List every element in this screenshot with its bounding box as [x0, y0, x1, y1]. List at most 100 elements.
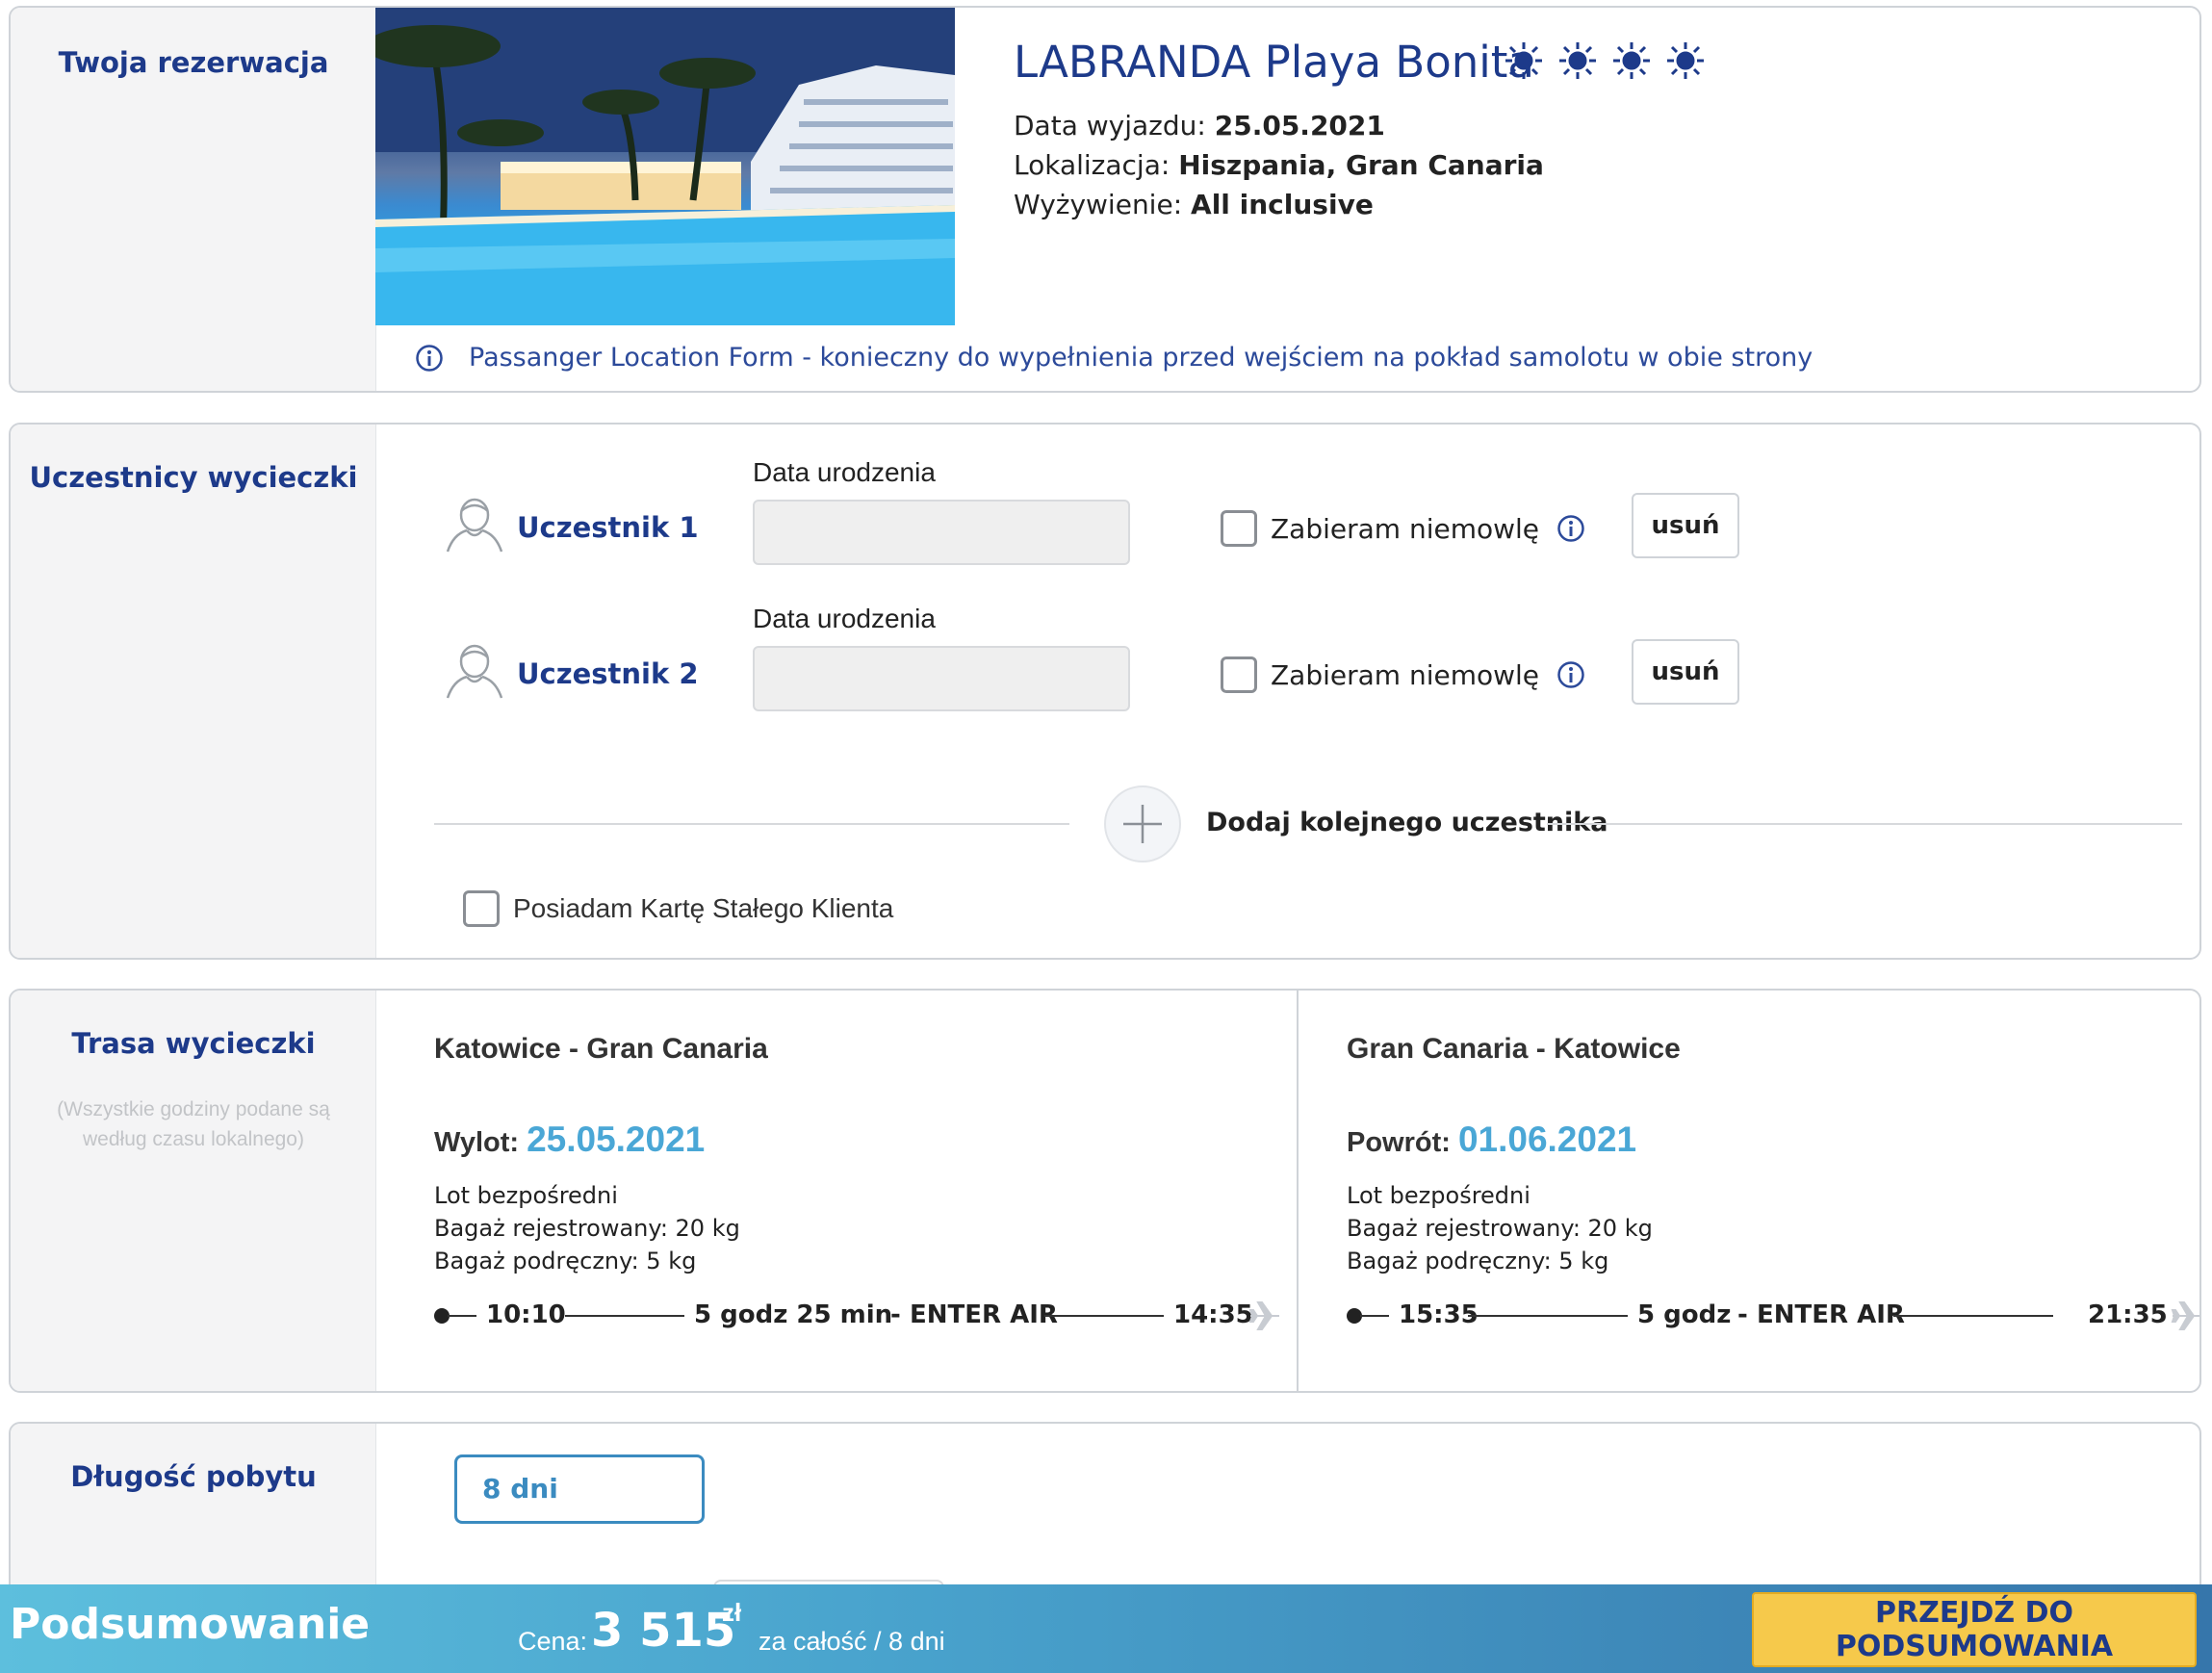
- infant-label[interactable]: Zabieram niemowlę: [1271, 659, 1539, 691]
- sun-icon: [1505, 42, 1542, 79]
- timeline-line: [1893, 1315, 2053, 1317]
- carrier: ENTER AIR: [1757, 1300, 1905, 1329]
- summary-bar: Podsumowanie Cena: 3 515 zł za całość / …: [0, 1584, 2212, 1673]
- info-icon[interactable]: [1556, 514, 1585, 543]
- remove-participant-button[interactable]: usuń: [1632, 493, 1739, 558]
- booking-sidebar: Twoja rezerwacja: [11, 8, 376, 391]
- infant-checkbox[interactable]: [1221, 656, 1257, 693]
- price-currency: zł: [722, 1598, 742, 1627]
- summary-title: Podsumowanie: [10, 1600, 371, 1649]
- dob-input[interactable]: [753, 500, 1130, 565]
- dob-input[interactable]: [753, 646, 1130, 711]
- board-row: Wyżywienie: All inclusive: [1014, 189, 1374, 220]
- infant-toggle[interactable]: Zabieram niemowlę: [1221, 510, 1585, 547]
- booking-section-title: Twoja rezerwacja: [58, 46, 329, 79]
- hand-baggage: Bagaż podręczny: 5 kg: [1347, 1248, 1609, 1274]
- divider-line: [1547, 823, 2182, 825]
- infant-toggle[interactable]: Zabieram niemowlę: [1221, 656, 1585, 693]
- checked-baggage: Bagaż rejestrowany: 20 kg: [1347, 1215, 1653, 1242]
- hotel-name: LABRANDA Playa Bonita: [1014, 37, 1534, 88]
- hand-baggage: Bagaż podręczny: 5 kg: [434, 1248, 697, 1274]
- plf-notice[interactable]: Passanger Location Form - konieczny do w…: [415, 343, 1813, 373]
- route-section-title: Trasa wycieczki: [71, 1027, 316, 1060]
- loyalty-checkbox[interactable]: [463, 890, 500, 927]
- stay-section-title: Długość pobytu: [70, 1460, 317, 1493]
- board-value: All inclusive: [1191, 189, 1374, 220]
- route-card: Trasa wycieczki (Wszystkie godziny podan…: [9, 989, 2201, 1393]
- info-icon: [416, 344, 443, 372]
- participants-card: Uczestnicy wycieczki Uczestnik 1 Data ur…: [9, 423, 2201, 960]
- board-label: Wyżywienie:: [1014, 189, 1183, 220]
- airplane-icon: [1248, 1301, 1279, 1330]
- return-timeline: 15:35 5 godz - ENTER AIR 21:35: [1347, 1297, 2199, 1335]
- go-to-summary-button[interactable]: PRZEJDŹ DO PODSUMOWANIA: [1752, 1592, 2197, 1667]
- flight-type: Lot bezpośredni: [434, 1182, 618, 1209]
- checked-baggage: Bagaż rejestrowany: 20 kg: [434, 1215, 740, 1242]
- timeline-line: [565, 1315, 684, 1317]
- arrive-time: 21:35: [2088, 1300, 2168, 1329]
- user-avatar-icon: [446, 498, 503, 553]
- route-timezone-note: (Wszystkie godziny podane są według czas…: [57, 1098, 330, 1150]
- return-leg: Gran Canaria - Katowice Powrót: 01.06.202…: [1308, 991, 2199, 1391]
- return-date-value: 01.06.2021: [1457, 1120, 1637, 1159]
- user-avatar-icon: [446, 644, 503, 699]
- arrive-time: 14:35: [1173, 1300, 1253, 1329]
- location-label: Lokalizacja:: [1014, 149, 1170, 181]
- info-icon[interactable]: [1556, 660, 1585, 689]
- dob-label: Data urodzenia: [753, 457, 936, 487]
- timeline-line: [1360, 1315, 1389, 1317]
- timeline-separator: -: [1737, 1300, 1748, 1329]
- add-participant-button[interactable]: [1104, 785, 1181, 862]
- departure-date-label: Data wyjazdu:: [1014, 110, 1206, 142]
- outbound-date-label: Wylot:: [434, 1127, 520, 1158]
- depart-time: 15:35: [1399, 1300, 1479, 1329]
- sun-icon: [1559, 42, 1596, 79]
- participant-row: Uczestnik 1 Data urodzenia Zabieram niem…: [11, 425, 2199, 569]
- plf-notice-text[interactable]: Passanger Location Form - konieczny do w…: [469, 343, 1813, 373]
- flight-duration: 5 godz 25 min: [694, 1300, 893, 1329]
- return-flight-info: Lot bezpośredni Bagaż rejestrowany: 20 k…: [1347, 1179, 1653, 1277]
- participant-name: Uczestnik 1: [517, 511, 699, 544]
- sun-icon: [1667, 42, 1704, 79]
- departure-date-row: Data wyjazdu: 25.05.2021: [1014, 110, 1385, 142]
- return-title: Gran Canaria - Katowice: [1347, 1033, 1681, 1065]
- price-value: 3 515: [591, 1604, 736, 1658]
- divider-line: [434, 823, 1069, 825]
- outbound-timeline: 10:10 5 godz 25 min - ENTER AIR 14:35: [434, 1297, 1279, 1335]
- outbound-date-row: Wylot: 25.05.2021: [434, 1120, 705, 1160]
- price-label: Cena:: [518, 1627, 588, 1656]
- flight-type: Lot bezpośredni: [1347, 1182, 1530, 1209]
- infant-label[interactable]: Zabieram niemowlę: [1271, 513, 1539, 545]
- outbound-title: Katowice - Gran Canaria: [434, 1033, 768, 1065]
- depart-time: 10:10: [486, 1300, 566, 1329]
- loyalty-card-toggle[interactable]: Posiadam Kartę Stałego Klienta: [463, 890, 893, 927]
- sun-icon: [1613, 42, 1650, 79]
- return-date-label: Powrót:: [1347, 1127, 1451, 1158]
- hotel-photo: [375, 8, 955, 325]
- infant-checkbox[interactable]: [1221, 510, 1257, 547]
- outbound-flight-info: Lot bezpośredni Bagaż rejestrowany: 20 k…: [434, 1179, 740, 1277]
- route-sidebar: Trasa wycieczki (Wszystkie godziny podan…: [11, 991, 376, 1391]
- dob-label: Data urodzenia: [753, 604, 936, 633]
- outbound-leg: Katowice - Gran Canaria Wylot: 25.05.2021…: [396, 991, 1299, 1391]
- location-value: Hiszpania, Gran Canaria: [1178, 149, 1544, 181]
- departure-date-value: 25.05.2021: [1214, 110, 1385, 142]
- timeline-separator: -: [890, 1300, 901, 1329]
- location-row: Lokalizacja: Hiszpania, Gran Canaria: [1014, 149, 1544, 181]
- stay-length-select[interactable]: 8 dni: [454, 1454, 705, 1524]
- hotel-rating: [1504, 40, 1706, 81]
- flight-duration: 5 godz: [1637, 1300, 1732, 1329]
- carrier: ENTER AIR: [910, 1300, 1058, 1329]
- price-suffix: za całość / 8 dni: [759, 1627, 945, 1656]
- timeline-line: [448, 1315, 476, 1317]
- remove-participant-button[interactable]: usuń: [1632, 639, 1739, 705]
- loyalty-label[interactable]: Posiadam Kartę Stałego Klienta: [513, 893, 893, 924]
- booking-card: Twoja rezerwacja LABRANDA Playa Bonita D…: [9, 6, 2201, 393]
- airplane-icon: [2171, 1301, 2199, 1330]
- timeline-line: [1468, 1315, 1628, 1317]
- plus-icon[interactable]: [1104, 785, 1181, 862]
- participant-name: Uczestnik 2: [517, 657, 699, 690]
- participant-row: Uczestnik 2 Data urodzenia Zabieram niem…: [11, 571, 2199, 715]
- return-date-row: Powrót: 01.06.2021: [1347, 1120, 1636, 1160]
- timeline-line: [1044, 1315, 1164, 1317]
